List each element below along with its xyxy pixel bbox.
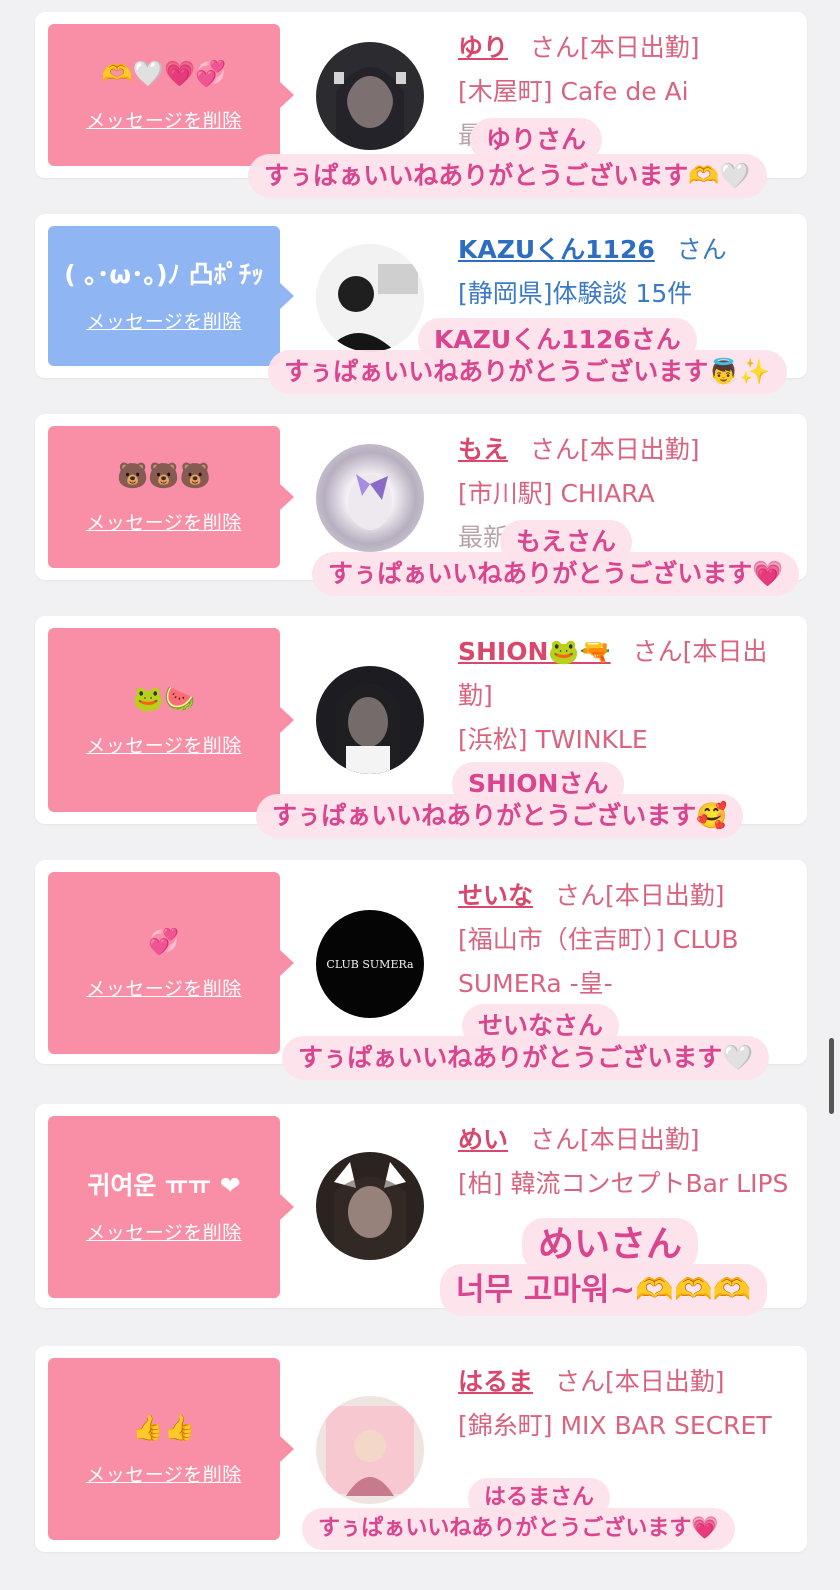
user-name-link[interactable]: KAZUくん1126 [458, 235, 655, 264]
shop-name: [木屋町] Cafe de Ai [458, 77, 689, 106]
user-status: さん[本日出勤] [555, 1367, 725, 1396]
message-bubble: 귀여운 ㅠㅠ ❤ メッセージを削除 [48, 1116, 280, 1298]
shop-name: [柏] 韓流コンセプトBar LIPS [458, 1169, 789, 1198]
user-info: めい さん[本日出勤] [柏] 韓流コンセプトBar LIPS [458, 1118, 793, 1206]
user-info: せいな さん[本日出勤] [福山市（住吉町）] CLUB SUMERa -皇- [458, 874, 793, 1006]
avatar[interactable] [316, 42, 424, 150]
message-card-shion: 🐸🍉 メッセージを削除 SHION🐸🔫 さん[本日出勤] [浜松] TWINKLE [35, 616, 807, 824]
message-text: 👍👍 [132, 1412, 196, 1442]
delete-message-link[interactable]: メッセージを削除 [86, 1460, 242, 1487]
scrollbar[interactable] [829, 1038, 834, 1114]
user-info: KAZUくん1126 さん [静岡県]体験談 15件 [458, 228, 793, 316]
shop-name: [市川駅] CHIARA [458, 479, 655, 508]
avatar-photo [334, 67, 406, 150]
message-text: 💞 [148, 926, 180, 956]
message-card-seina: 💞 メッセージを削除 CLUB SUMERa せいな さん[本日出勤] [福山市（… [35, 860, 807, 1064]
avatar-photo [326, 1406, 414, 1496]
message-bubble: 🐻🐻🐻 メッセージを削除 [48, 426, 280, 568]
avatar-photo [316, 244, 424, 352]
delete-message-link[interactable]: メッセージを削除 [86, 106, 242, 133]
message-bubble: 🐸🍉 メッセージを削除 [48, 628, 280, 812]
avatar[interactable] [316, 244, 424, 352]
caption-thanks: すぅぱぁいいねありがとうございます🫶🤍 [248, 154, 767, 198]
avatar[interactable]: CLUB SUMERa [316, 910, 424, 1018]
user-status: さん[本日出勤] [530, 1125, 700, 1154]
caption-thanks: すぅぱぁいいねありがとうございます💗 [312, 552, 800, 596]
caption-thanks: すぅぱぁいいねありがとうございます👼✨ [268, 350, 787, 394]
delete-message-link[interactable]: メッセージを削除 [86, 1218, 242, 1245]
user-info: はるま さん[本日出勤] [錦糸町] MIX BAR SECRET [458, 1360, 793, 1448]
message-text: ( ｡･ω･｡)ﾉ 凸ﾎﾟﾁｯ [64, 259, 264, 289]
avatar[interactable] [316, 1152, 424, 1260]
message-text: 🐻🐻🐻 [117, 460, 211, 490]
user-status: さん[本日出勤] [530, 435, 700, 464]
message-text: 🫶🤍💗💞 [101, 58, 227, 88]
user-name-link[interactable]: ゆり [458, 33, 508, 62]
delete-message-link[interactable]: メッセージを削除 [86, 974, 242, 1001]
review-info: [静岡県]体験談 15件 [458, 279, 693, 308]
avatar[interactable] [316, 1396, 424, 1504]
message-text: 귀여운 ㅠㅠ ❤ [87, 1170, 241, 1200]
message-bubble: ( ｡･ω･｡)ﾉ 凸ﾎﾟﾁｯ メッセージを削除 [48, 226, 280, 366]
message-bubble: 👍👍 メッセージを削除 [48, 1358, 280, 1540]
shop-name: [錦糸町] MIX BAR SECRET [458, 1411, 772, 1440]
avatar-photo [348, 474, 392, 530]
delete-message-link[interactable]: メッセージを削除 [86, 508, 242, 535]
user-status: さん[本日出勤] [555, 881, 725, 910]
shop-name: [福山市（住吉町）] CLUB SUMERa -皇- [458, 925, 739, 998]
caption-thanks: すぅぱぁいいねありがとうございます🥰 [256, 794, 744, 838]
user-status: さん [676, 235, 727, 264]
message-text: 🐸🍉 [132, 683, 196, 713]
delete-message-link[interactable]: メッセージを削除 [86, 307, 242, 334]
avatar-photo [334, 1162, 406, 1260]
avatar-logo-text: CLUB SUMERa [326, 957, 414, 971]
user-name-link[interactable]: せいな [458, 881, 533, 910]
message-bubble: 💞 メッセージを削除 [48, 872, 280, 1054]
user-info: SHION🐸🔫 さん[本日出勤] [浜松] TWINKLE [458, 630, 793, 762]
user-status: さん[本日出勤] [530, 33, 700, 62]
delete-message-link[interactable]: メッセージを削除 [86, 731, 242, 758]
user-name-link[interactable]: SHION🐸🔫 [458, 637, 611, 666]
user-name-link[interactable]: はるま [458, 1367, 533, 1396]
caption-thanks: すぅぱぁいいねありがとうございます💗 [302, 1508, 735, 1550]
user-name-link[interactable]: めい [458, 1125, 508, 1154]
message-bubble: 🫶🤍💗💞 メッセージを削除 [48, 24, 280, 166]
shop-name: [浜松] TWINKLE [458, 725, 648, 754]
caption-thanks: 너무 고마워~🫶🫶🫶 [440, 1264, 768, 1316]
avatar-photo [336, 683, 400, 774]
user-name-link[interactable]: もえ [458, 435, 508, 464]
avatar[interactable] [316, 444, 424, 552]
avatar[interactable] [316, 666, 424, 774]
caption-thanks: すぅぱぁいいねありがとうございます🤍 [282, 1036, 770, 1080]
